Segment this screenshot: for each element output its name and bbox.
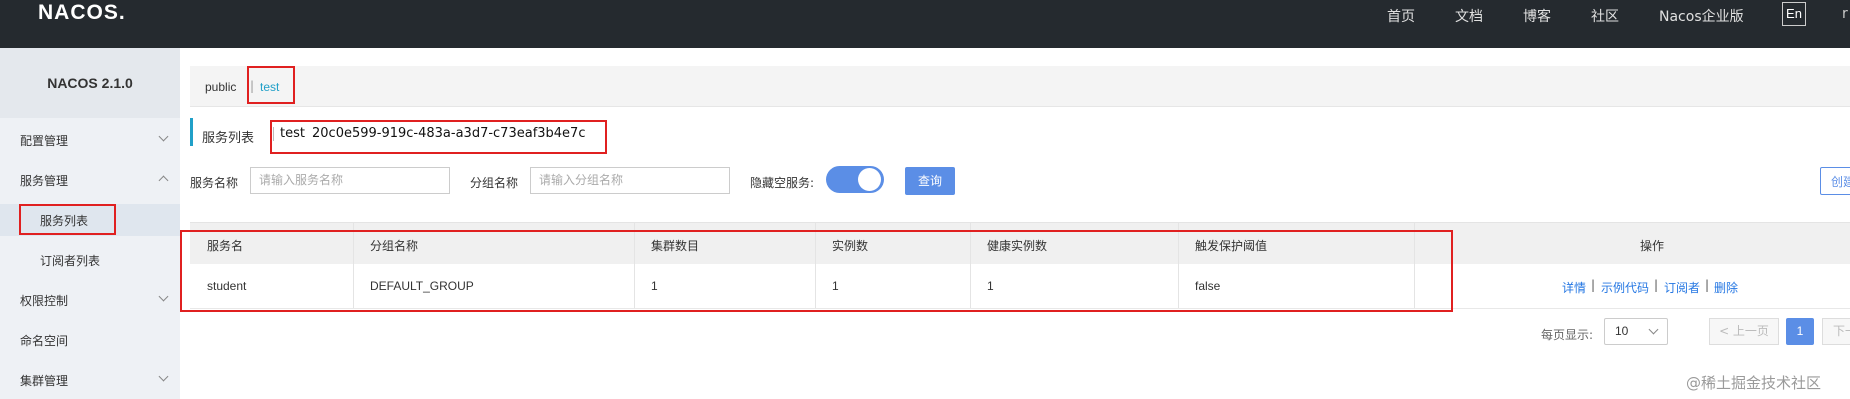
nacos-logo[interactable]: NACOS.	[38, 1, 126, 25]
toggle-knob	[858, 168, 881, 191]
op-subscribers-link[interactable]: 订阅者	[1664, 279, 1700, 296]
title-accent-bar	[190, 118, 193, 146]
sidebar-item-subscribers[interactable]: 订阅者列表	[40, 252, 100, 269]
op-sample-code-link[interactable]: 示例代码	[1601, 279, 1649, 296]
op-delete-link[interactable]: 删除	[1714, 279, 1738, 296]
sidebar-item-access-control[interactable]: 权限控制	[20, 292, 68, 309]
annotation-box-service-list	[19, 204, 116, 235]
nav-docs[interactable]: 文档	[1455, 6, 1483, 26]
create-service-button[interactable]: 创建	[1820, 167, 1850, 195]
nav-home[interactable]: 首页	[1387, 6, 1415, 26]
sidebar-version: NACOS 2.1.0	[0, 48, 180, 118]
annotation-box-table	[180, 230, 1453, 312]
page-title: 服务列表	[202, 131, 255, 146]
page-number-button[interactable]: 1	[1786, 318, 1814, 345]
service-name-input[interactable]: 请输入服务名称	[250, 167, 450, 194]
header-operations: 操作	[1640, 239, 1665, 253]
op-separator: |	[1654, 278, 1659, 292]
namespace-bar	[190, 66, 1850, 107]
service-name-label: 服务名称	[190, 176, 239, 190]
query-button[interactable]: 查询	[905, 167, 955, 195]
group-name-label: 分组名称	[470, 176, 519, 190]
sidebar-item-service-management[interactable]: 服务管理	[20, 172, 68, 189]
next-page-button[interactable]: 下一	[1822, 318, 1850, 345]
prev-page-button[interactable]: < 上一页	[1709, 318, 1779, 345]
op-details-link[interactable]: 详情	[1562, 279, 1586, 296]
nav-enterprise[interactable]: Nacos企业版	[1659, 6, 1744, 26]
hide-empty-label: 隐藏空服务:	[750, 176, 815, 190]
nav-blog[interactable]: 博客	[1523, 6, 1551, 26]
topbar-overflow-text: r	[1842, 6, 1848, 22]
sidebar-item-cluster[interactable]: 集群管理	[20, 372, 68, 389]
nav-community[interactable]: 社区	[1591, 6, 1619, 26]
annotation-box-namespace	[247, 66, 295, 104]
language-toggle-button[interactable]: En	[1782, 2, 1806, 26]
page-size-select[interactable]: 10	[1604, 318, 1668, 345]
op-separator: |	[1591, 278, 1596, 292]
sidebar-item-config[interactable]: 配置管理	[20, 132, 68, 149]
watermark: @稀土掘金技术社区	[1686, 374, 1822, 392]
page-size-label: 每页显示:	[1541, 328, 1594, 342]
sidebar-item-namespace[interactable]: 命名空间	[20, 332, 68, 349]
group-name-input[interactable]: 请输入分组名称	[530, 167, 730, 194]
annotation-box-namespace-id	[270, 120, 607, 154]
op-separator: |	[1705, 278, 1710, 292]
top-navbar: NACOS. 首页 文档 博客 社区 Nacos企业版 En r	[0, 0, 1850, 48]
namespace-public-link[interactable]: public	[205, 80, 236, 94]
